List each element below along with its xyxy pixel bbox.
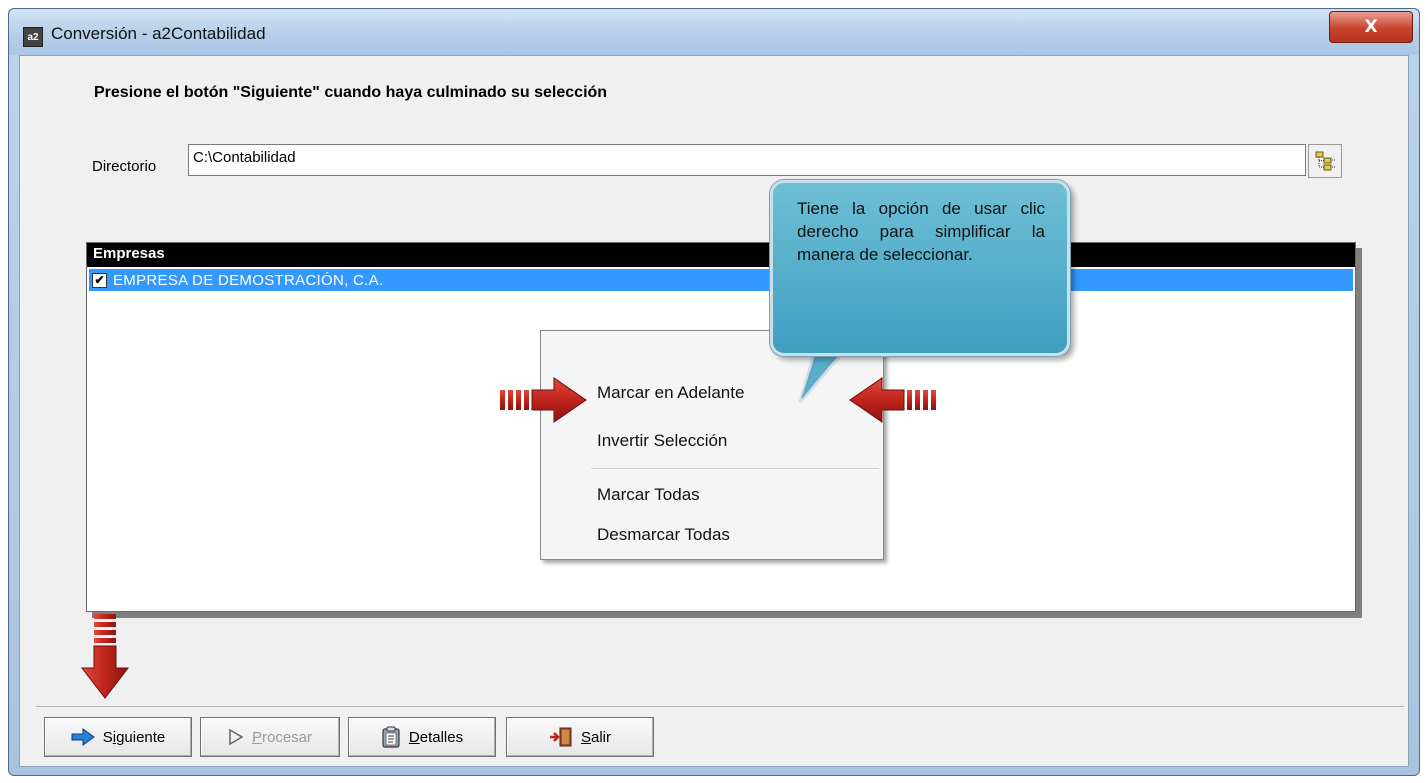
row-label: EMPRESA DE DEMOSTRACIÓN, C.A. — [113, 271, 384, 289]
arrow-down-indicator-icon — [80, 614, 130, 699]
instruction-text: Presione el botón "Siguiente" cuando hay… — [94, 84, 608, 101]
button-bar: Siguiente Procesar Detalles Salir — [36, 706, 1404, 765]
arrow-left-indicator-icon — [849, 377, 936, 423]
list-header: Empresas — [87, 243, 1355, 267]
salir-button[interactable]: Salir — [506, 717, 654, 757]
arrow-right-indicator-icon — [500, 377, 587, 423]
detalles-label: Detalles — [408, 728, 464, 746]
menu-item-marcar-todas[interactable]: Marcar Todas — [597, 485, 700, 505]
directory-input[interactable]: C:\Contabilidad — [188, 144, 1306, 176]
app-icon: a2 — [23, 27, 43, 47]
menu-separator — [591, 468, 879, 470]
tooltip-callout: Tiene la opción de usar clic derecho par… — [770, 180, 1070, 356]
row-checkbox[interactable]: ✔ — [92, 272, 107, 288]
arrow-right-icon — [71, 728, 95, 746]
window-title: Conversión - a2Contabilidad — [51, 24, 266, 43]
folder-tree-icon — [1315, 151, 1335, 171]
menu-item-desmarcar-todas[interactable]: Desmarcar Todas — [597, 525, 730, 545]
clipboard-icon — [382, 726, 400, 748]
directory-label: Directorio — [92, 158, 157, 175]
siguiente-button[interactable]: Siguiente — [44, 717, 192, 757]
list-row-empresa[interactable]: ✔ EMPRESA DE DEMOSTRACIÓN, C.A. — [89, 269, 1353, 291]
play-icon — [229, 728, 244, 746]
procesar-button[interactable]: Procesar — [200, 717, 340, 757]
procesar-label: Procesar — [251, 728, 313, 746]
exit-door-icon — [549, 727, 572, 747]
menu-item-marcar-adelante[interactable]: Marcar en Adelante — [597, 383, 744, 403]
menu-item-invertir-seleccion[interactable]: Invertir Selección — [597, 431, 727, 451]
close-button[interactable]: X — [1329, 11, 1413, 43]
browse-folder-button[interactable] — [1308, 144, 1342, 178]
siguiente-label: Siguiente — [102, 728, 166, 746]
salir-label: Salir — [580, 728, 612, 746]
title-bar[interactable]: a2 Conversión - a2Contabilidad X — [9, 9, 1419, 55]
detalles-button[interactable]: Detalles — [348, 717, 496, 757]
